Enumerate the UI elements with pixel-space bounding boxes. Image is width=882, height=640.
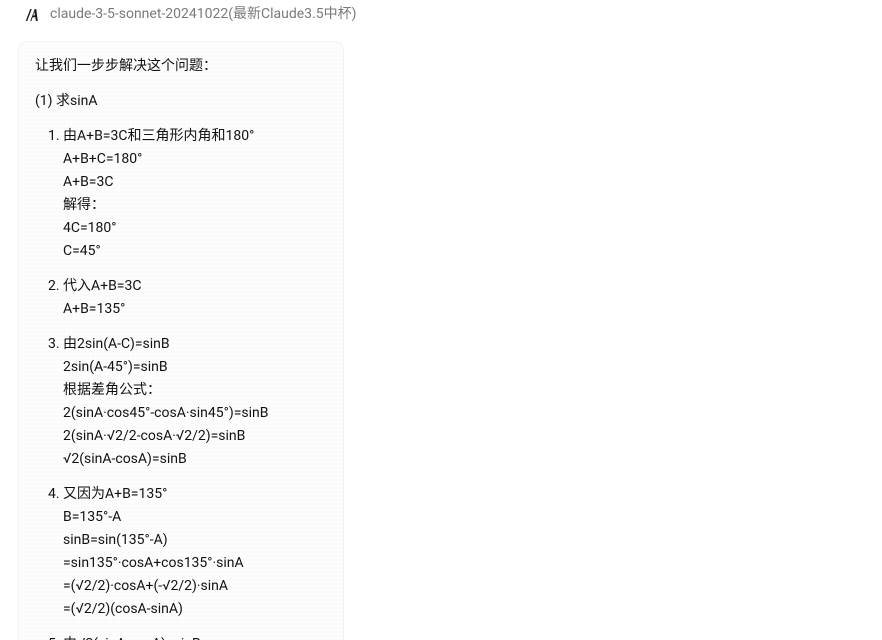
model-name: claude-3-5-sonnet-20241022(最新Claude3.5中杯… [50, 4, 356, 25]
step-line: sinB=sin(135°-A) [63, 530, 327, 551]
step-line: C=45° [63, 241, 327, 262]
step-line: 2(sinA·cos45°-cosA·sin45°)=sinB [63, 403, 327, 424]
step-line: 根据差角公式： [63, 380, 327, 401]
step-item: 由A+B=3C和三角形内角和180° A+B+C=180° A+B=3C 解得：… [63, 126, 327, 262]
step-item: 由2sin(A-C)=sinB 2sin(A-45°)=sinB 根据差角公式：… [63, 334, 327, 470]
part-label: (1) 求sinA [35, 91, 327, 112]
anthropic-logo-icon [22, 6, 40, 24]
step-line: 2sin(A-45°)=sinB [63, 357, 327, 378]
step-line: =(√2/2)·cosA+(-√2/2)·sinA [63, 576, 327, 597]
step-item: 代入A+B=3C A+B=135° [63, 276, 327, 320]
step-first-line: 由√2(sinA-cosA)=sinB [63, 636, 201, 640]
step-line: A+B+C=180° [63, 149, 327, 170]
assistant-message: 让我们一步步解决这个问题： (1) 求sinA 由A+B=3C和三角形内角和18… [18, 41, 344, 640]
step-first-line: 又因为A+B=135° [63, 486, 167, 502]
step-first-line: 由2sin(A-C)=sinB [63, 336, 170, 352]
step-line: B=135°-A [63, 507, 327, 528]
step-line: A+B=135° [63, 299, 327, 320]
step-first-line: 由A+B=3C和三角形内角和180° [63, 128, 254, 144]
step-line: 解得： [63, 195, 327, 216]
step-line: =(√2/2)(cosA-sinA) [63, 599, 327, 620]
solution-steps: 由A+B=3C和三角形内角和180° A+B+C=180° A+B=3C 解得：… [35, 126, 327, 640]
step-item: 由√2(sinA-cosA)=sinB √2(sinA-cosA)=(√2/2)… [63, 634, 327, 640]
step-line: =sin135°·cosA+cos135°·sinA [63, 553, 327, 574]
header: claude-3-5-sonnet-20241022(最新Claude3.5中杯… [0, 0, 882, 35]
step-line: 4C=180° [63, 218, 327, 239]
step-line: 2(sinA·√2/2-cosA·√2/2)=sinB [63, 426, 327, 447]
step-line: A+B=3C [63, 172, 327, 193]
step-item: 又因为A+B=135° B=135°-A sinB=sin(135°-A) =s… [63, 484, 327, 620]
intro-text: 让我们一步步解决这个问题： [35, 56, 327, 77]
step-first-line: 代入A+B=3C [63, 278, 141, 294]
step-line: √2(sinA-cosA)=sinB [63, 449, 327, 470]
